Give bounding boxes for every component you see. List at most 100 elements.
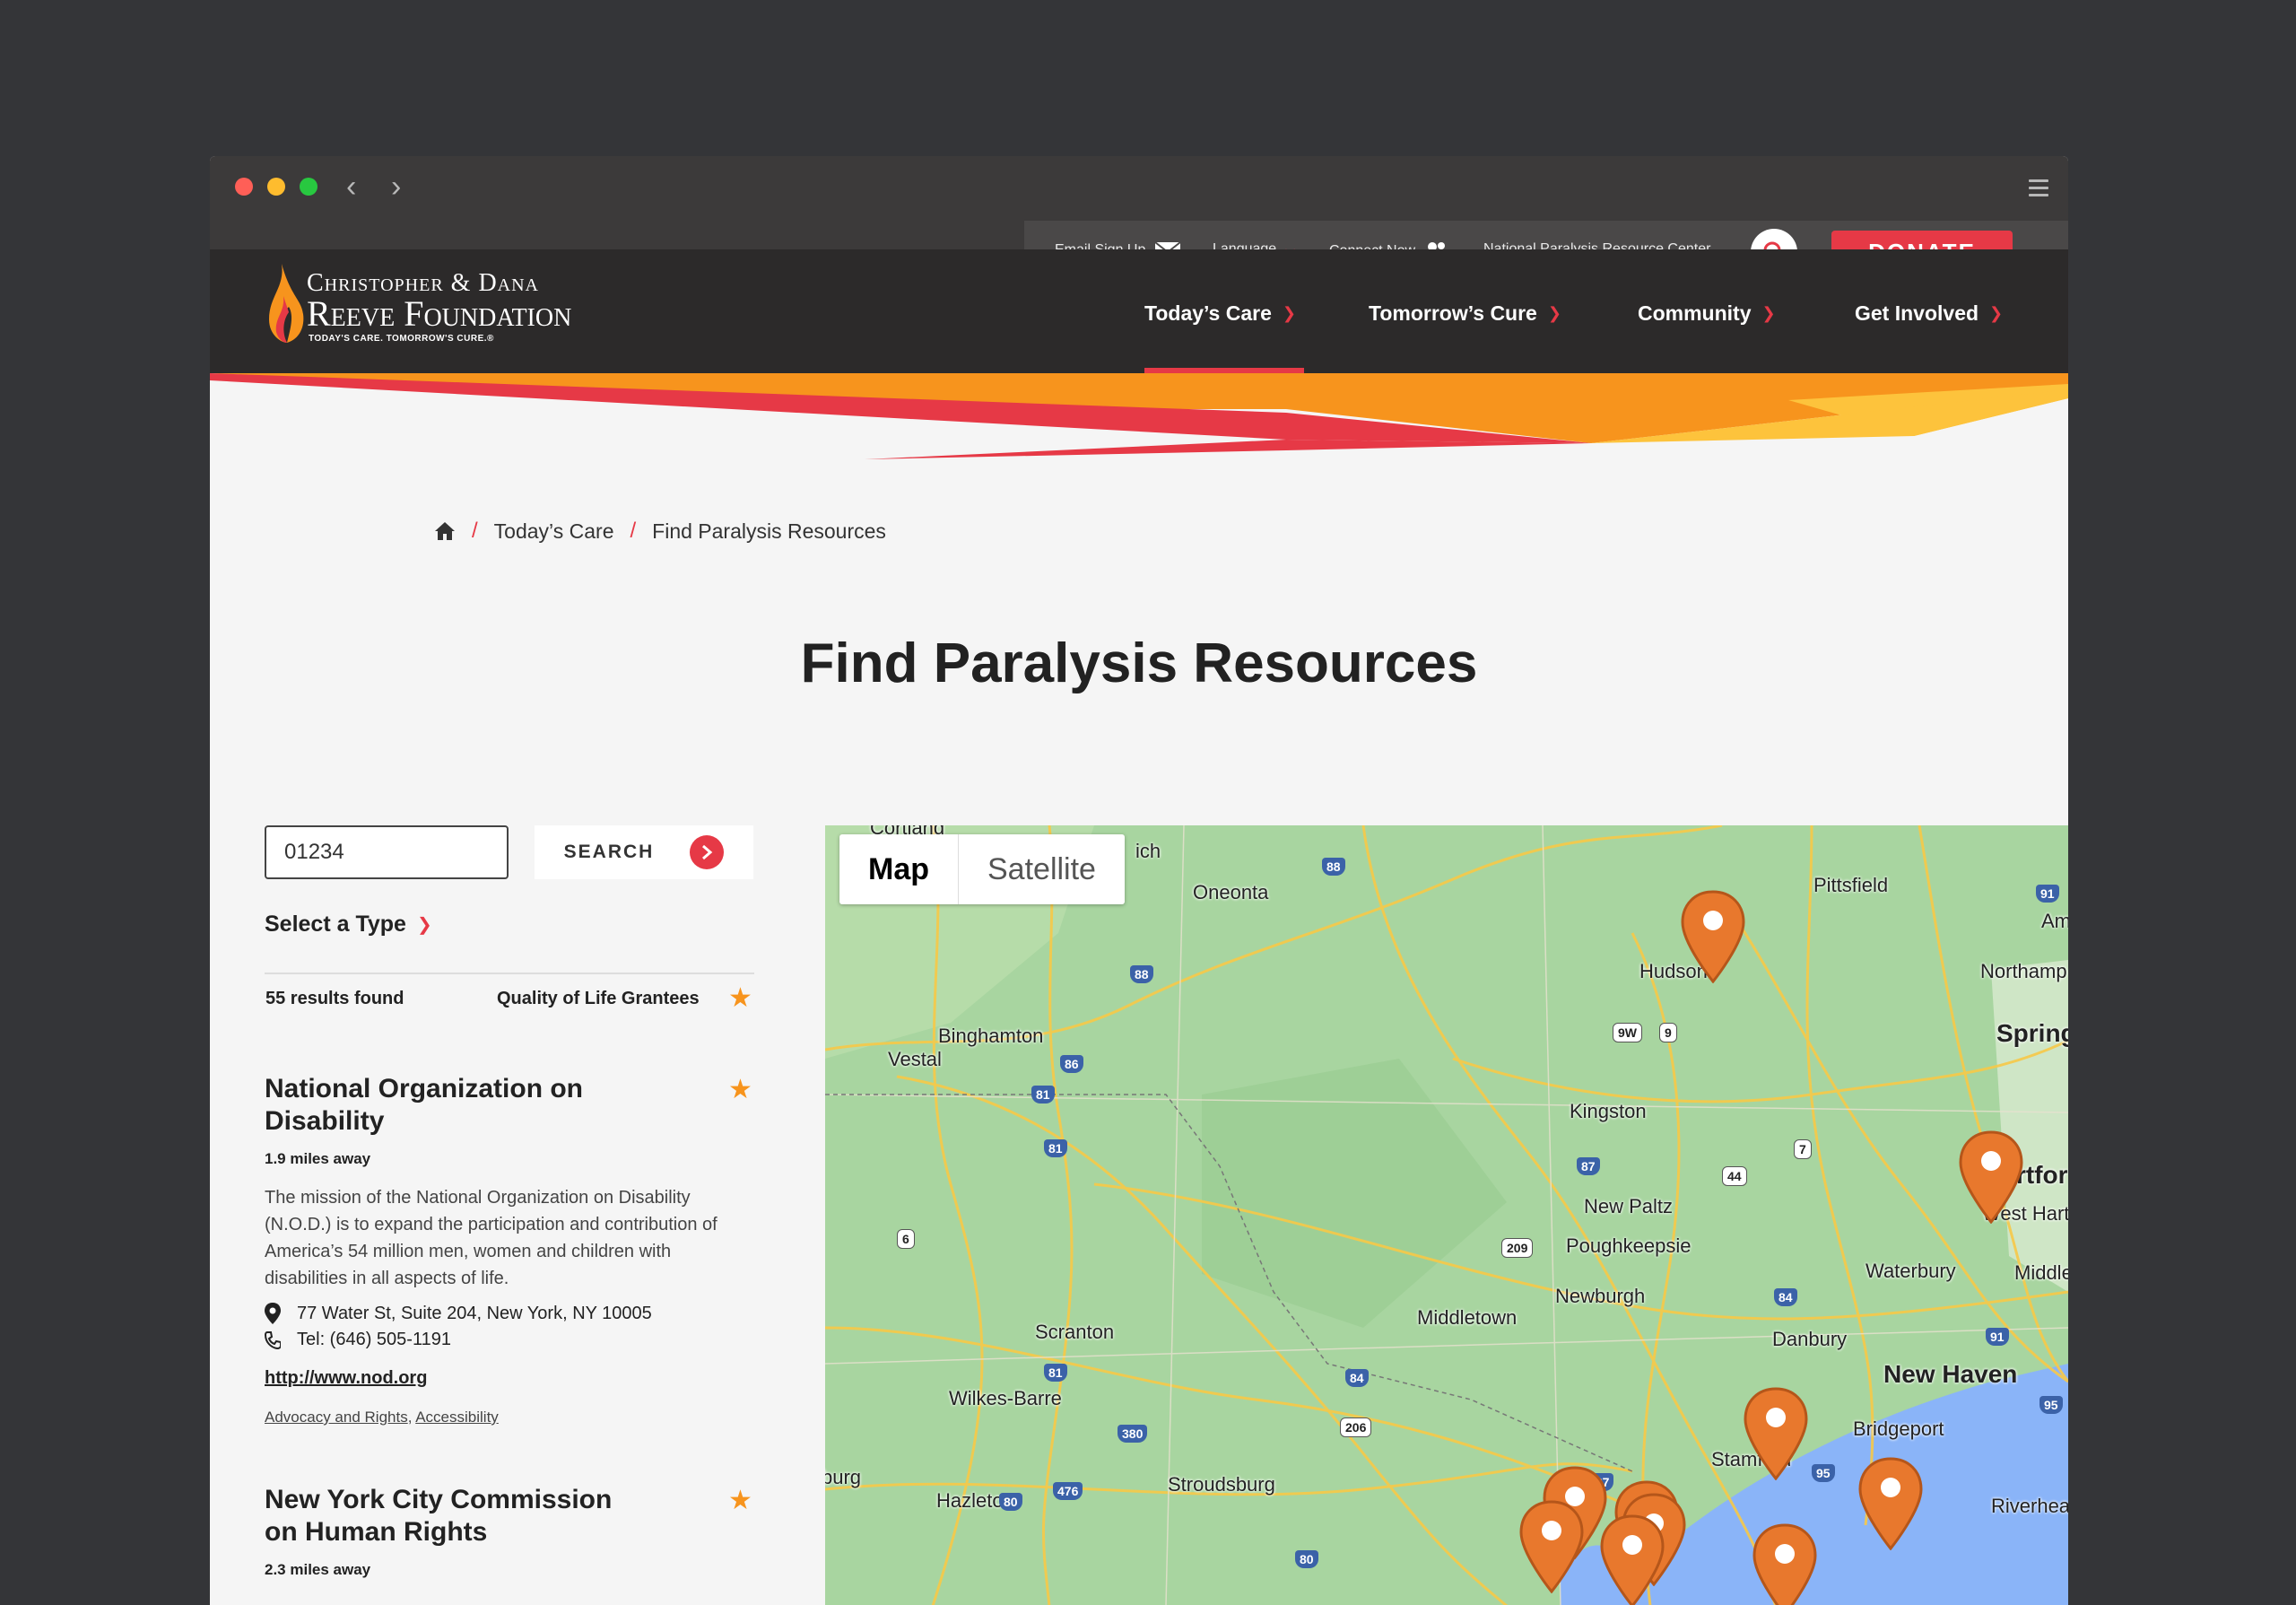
map-label: Middletown bbox=[1417, 1306, 1518, 1329]
chevron-down-icon: ❯ bbox=[1989, 304, 2004, 322]
map-label: Kingston bbox=[1570, 1100, 1647, 1122]
result-phone-text[interactable]: Tel: (646) 505-1191 bbox=[297, 1330, 451, 1350]
map-view-button[interactable]: Map bbox=[839, 834, 958, 904]
menu-icon[interactable] bbox=[2029, 179, 2048, 201]
location-marker[interactable] bbox=[1519, 1500, 1584, 1593]
location-marker[interactable] bbox=[1752, 1523, 1817, 1605]
location-marker[interactable] bbox=[1744, 1387, 1808, 1480]
highway-shield: 84 bbox=[1345, 1369, 1369, 1387]
highway-shield: 86 bbox=[1060, 1055, 1083, 1073]
highway-shield: 91 bbox=[1986, 1328, 2009, 1346]
map-label: ich bbox=[1135, 840, 1161, 862]
main-header: Christopher & Dana Reeve Foundation TODA… bbox=[210, 249, 2068, 373]
zip-code-input[interactable] bbox=[265, 825, 509, 879]
maximize-window-button[interactable] bbox=[300, 178, 317, 196]
results-count: 55 results found bbox=[265, 989, 404, 1008]
browser-window: ‹ › Email Sign Up Language ⌵ Connect Now… bbox=[210, 156, 2068, 1605]
map-label: Bridgeport bbox=[1853, 1417, 1944, 1440]
map-type-toggle[interactable]: Map Satellite bbox=[839, 834, 1125, 904]
map-label: Riverhea bbox=[1991, 1495, 2068, 1517]
star-icon: ★ bbox=[728, 983, 752, 1013]
highway-shield: 476 bbox=[1053, 1482, 1083, 1500]
map-label: Binghamton bbox=[938, 1025, 1044, 1047]
result-description: The mission of the National Organization… bbox=[265, 1188, 718, 1288]
logo-line-2: Reeve Foundation bbox=[307, 293, 572, 334]
result-address-text: 77 Water St, Suite 204, New York, NY 100… bbox=[297, 1303, 652, 1323]
result-distance: 2.3 miles away bbox=[265, 1561, 371, 1578]
flame-logo-icon bbox=[269, 264, 304, 343]
map-label: Newburgh bbox=[1555, 1285, 1646, 1307]
decorative-banner bbox=[210, 373, 2068, 459]
page-title: Find Paralysis Resources bbox=[800, 632, 1478, 694]
minimize-window-button[interactable] bbox=[267, 178, 285, 196]
chevron-down-icon: ❯ bbox=[1547, 304, 1561, 322]
breadcrumb: / Today’s Care / Find Paralysis Resource… bbox=[434, 519, 886, 544]
location-marker[interactable] bbox=[1959, 1130, 2023, 1224]
highway-shield: 88 bbox=[1130, 965, 1153, 983]
category-link[interactable]: Accessibility bbox=[415, 1409, 499, 1426]
nav-tomorrows-cure[interactable]: Tomorrow’s Cure ❯ bbox=[1369, 301, 1561, 326]
result-phone: Tel: (646) 505-1191 bbox=[265, 1330, 754, 1350]
map-pin-icon bbox=[265, 1303, 281, 1324]
result-title[interactable]: New York City Commission on Human Rights bbox=[265, 1484, 623, 1548]
highway-shield: 44 bbox=[1722, 1166, 1747, 1186]
map-label: Cortland bbox=[870, 825, 945, 839]
quality-of-life-filter[interactable]: Quality of Life Grantees bbox=[497, 989, 700, 1009]
location-marker[interactable] bbox=[1600, 1514, 1665, 1605]
highway-shield: 80 bbox=[1295, 1550, 1318, 1568]
map-label: Oneonta bbox=[1193, 881, 1269, 903]
star-icon: ★ bbox=[728, 1075, 752, 1104]
map-label: Waterbury bbox=[1866, 1260, 1956, 1282]
result-website-link[interactable]: http://www.nod.org bbox=[265, 1368, 754, 1389]
nav-community[interactable]: Community ❯ bbox=[1638, 301, 1776, 326]
nav-label: Get Involved bbox=[1855, 301, 1979, 325]
breadcrumb-separator: / bbox=[630, 519, 637, 543]
nav-get-involved[interactable]: Get Involved ❯ bbox=[1855, 301, 2003, 326]
result-item: National Organization on Disability 1.9 … bbox=[265, 1073, 754, 1426]
highway-shield: 7 bbox=[1794, 1139, 1812, 1159]
result-distance: 1.9 miles away bbox=[265, 1150, 371, 1167]
map-label: Vestal bbox=[888, 1048, 942, 1070]
breadcrumb-current: Find Paralysis Resources bbox=[652, 519, 886, 543]
result-title[interactable]: National Organization on Disability bbox=[265, 1073, 623, 1138]
search-button-label: SEARCH bbox=[563, 842, 655, 862]
result-address: 77 Water St, Suite 204, New York, NY 100… bbox=[265, 1303, 754, 1324]
search-button[interactable]: SEARCH bbox=[535, 825, 753, 879]
back-arrow-icon[interactable]: ‹ bbox=[346, 169, 356, 205]
result-item: New York City Commission on Human Rights… bbox=[265, 1484, 754, 1579]
map-label: Stroudsburg bbox=[1168, 1473, 1275, 1496]
breadcrumb-separator: / bbox=[472, 519, 478, 543]
map-label: Northamp bbox=[1980, 960, 2067, 982]
category-link[interactable]: Advocacy and Rights bbox=[265, 1409, 408, 1426]
logo-tagline: TODAY'S CARE. TOMORROW'S CURE.® bbox=[309, 334, 494, 344]
highway-shield: 9 bbox=[1659, 1023, 1677, 1042]
map-label: New Paltz bbox=[1584, 1195, 1674, 1217]
type-dropdown[interactable]: Select a Type ❯ bbox=[265, 912, 432, 938]
nav-label: Today’s Care bbox=[1144, 301, 1272, 325]
resource-map[interactable]: Map Satellite Cortland Oneonta Pittsfiel… bbox=[825, 825, 2068, 1605]
highway-shield: 87 bbox=[1577, 1157, 1600, 1175]
highway-shield: 81 bbox=[1044, 1364, 1067, 1382]
location-marker[interactable] bbox=[1858, 1457, 1923, 1550]
map-label: New Haven bbox=[1883, 1360, 2018, 1388]
location-marker[interactable] bbox=[1681, 890, 1745, 983]
highway-shield: 95 bbox=[2039, 1396, 2063, 1414]
forward-arrow-icon[interactable]: › bbox=[391, 169, 401, 205]
map-label: Am bbox=[2041, 910, 2068, 932]
nav-todays-care[interactable]: Today’s Care ❯ bbox=[1144, 301, 1296, 326]
highway-shield: 209 bbox=[1501, 1238, 1534, 1258]
close-window-button[interactable] bbox=[235, 178, 253, 196]
breadcrumb-todays-care[interactable]: Today’s Care bbox=[494, 519, 614, 544]
satellite-view-button[interactable]: Satellite bbox=[958, 834, 1125, 904]
map-label: Pittsfield bbox=[1813, 874, 1889, 896]
foundation-logo[interactable]: Christopher & Dana Reeve Foundation TODA… bbox=[264, 258, 640, 352]
home-icon[interactable] bbox=[434, 521, 456, 541]
highway-shield: 84 bbox=[1774, 1288, 1797, 1306]
map-label: Scranton bbox=[1035, 1321, 1115, 1343]
map-label: rtfor bbox=[2016, 1161, 2068, 1189]
map-label: Poughkeepsie bbox=[1566, 1234, 1692, 1257]
highway-shield: 9W bbox=[1613, 1023, 1642, 1042]
star-icon: ★ bbox=[728, 1486, 752, 1515]
phone-icon bbox=[265, 1330, 281, 1349]
chevron-down-icon: ❯ bbox=[416, 915, 432, 935]
